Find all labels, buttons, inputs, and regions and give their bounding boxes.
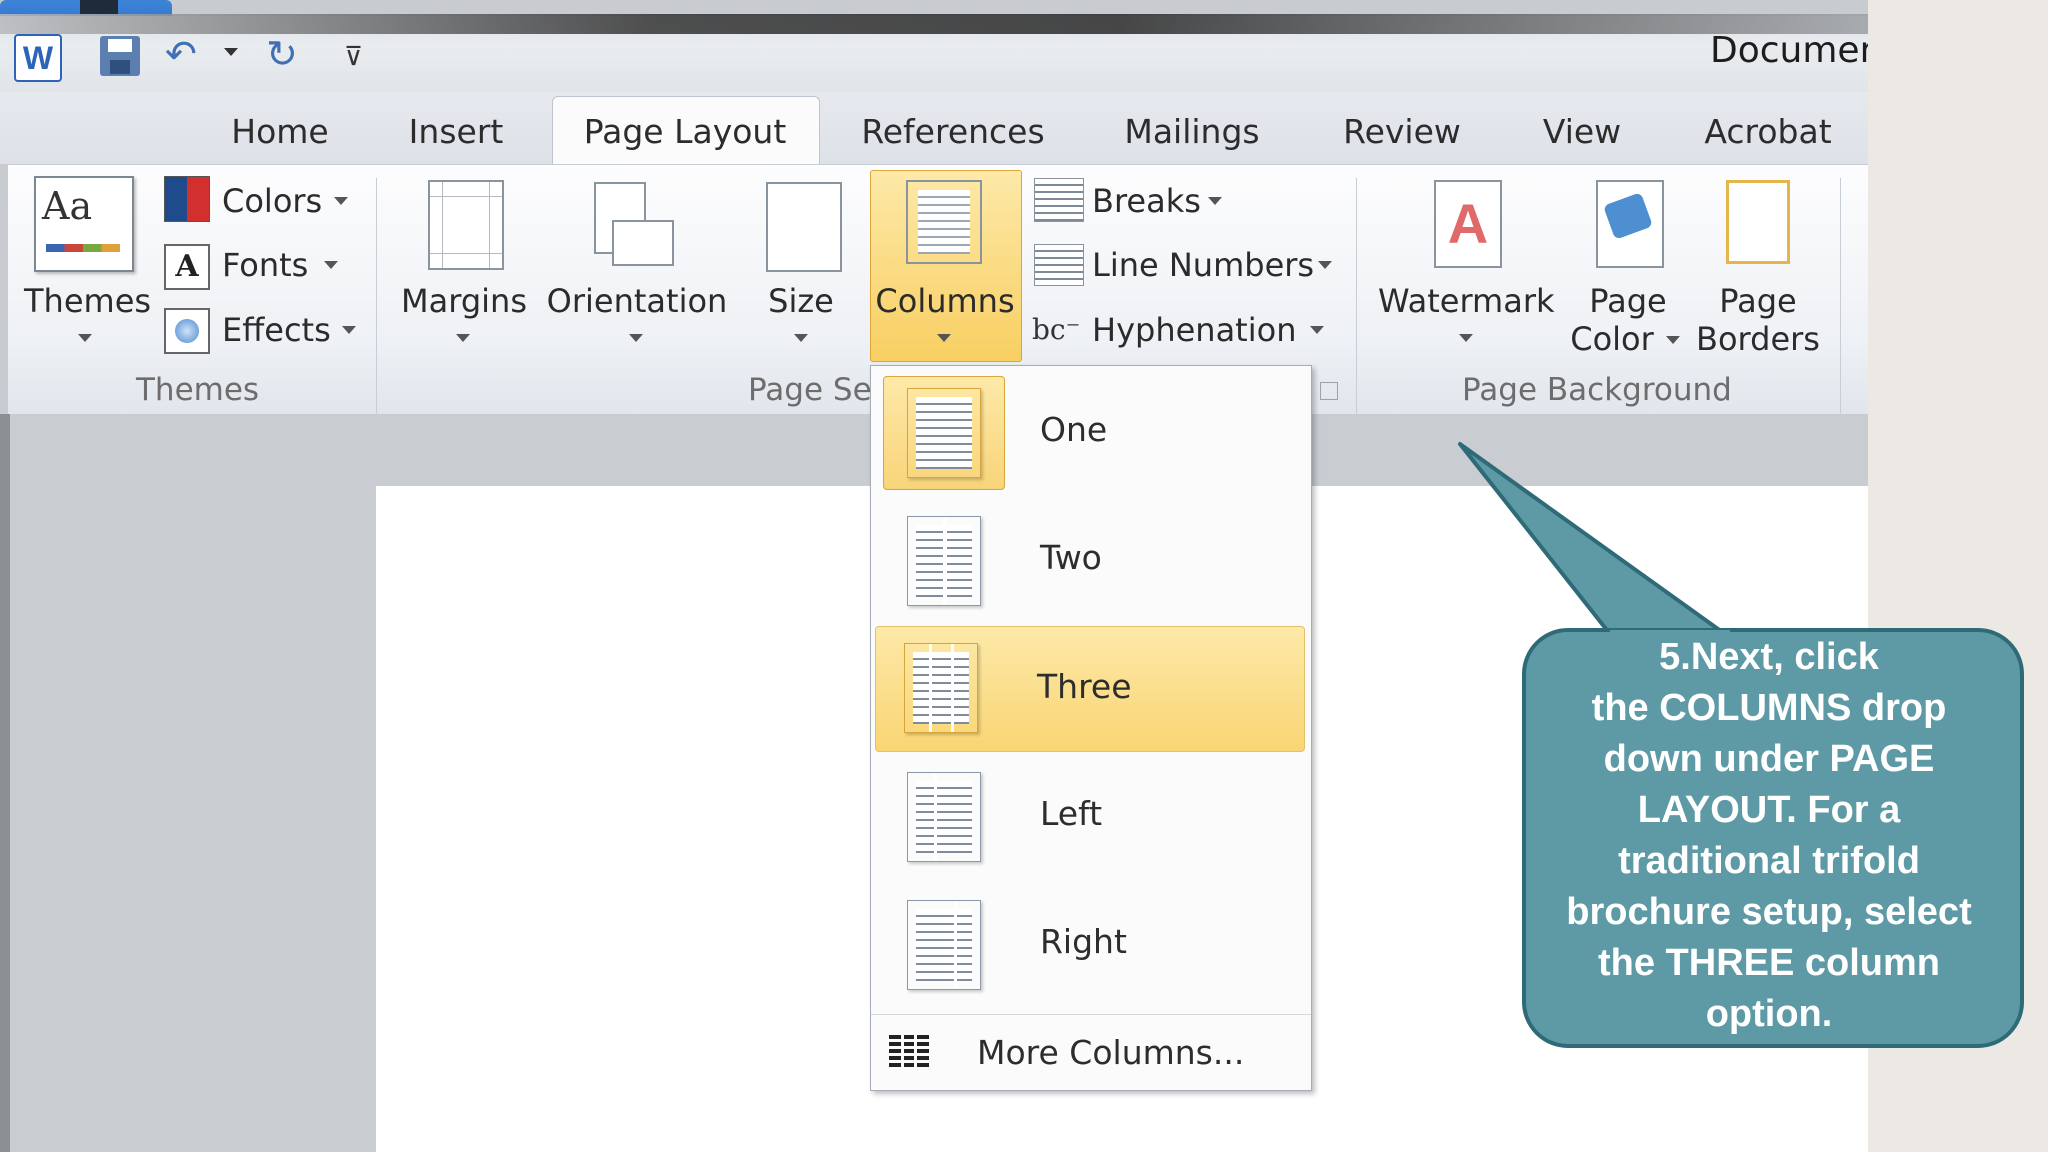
callout-pointer [1458, 442, 1727, 636]
page-borders-label-line2[interactable]: Borders [1694, 320, 1822, 358]
page-borders-label-line1[interactable]: Page [1702, 282, 1814, 320]
margins-button-label[interactable]: Margins [398, 282, 530, 320]
effects-icon [164, 308, 210, 354]
page-color-label-line2[interactable]: Color [1560, 320, 1664, 358]
effects-dropdown-icon[interactable] [342, 326, 356, 334]
more-columns-icon [889, 1035, 929, 1069]
document-title: Documen [1710, 30, 1868, 71]
undo-icon[interactable]: ↶ [165, 34, 197, 74]
callout-line: brochure setup, select [1566, 891, 1972, 933]
watermark-dropdown-icon[interactable] [1459, 334, 1473, 342]
columns-option-left[interactable]: Left [875, 754, 1303, 878]
group-label-themes: Themes [136, 372, 260, 408]
line-numbers-button-label[interactable]: Line Numbers [1092, 245, 1314, 285]
group-label-page-background: Page Background [1462, 372, 1732, 408]
option-label: One [1040, 410, 1108, 449]
tab-references[interactable]: References [860, 106, 1046, 158]
right-column-icon [907, 900, 981, 990]
breaks-icon [1034, 178, 1084, 222]
more-columns-item[interactable]: More Columns... [871, 1014, 1311, 1091]
fonts-icon: A [164, 244, 210, 290]
columns-dropdown-menu: One Two Three Left Right More Columns... [870, 365, 1312, 1091]
orientation-icon[interactable] [594, 182, 674, 266]
columns-icon[interactable] [906, 180, 982, 264]
callout-line: traditional trifold [1618, 840, 1920, 882]
callout-text: 5.Next, click the COLUMNS drop down unde… [1532, 632, 2006, 1040]
watermark-button-label[interactable]: Watermark [1378, 282, 1555, 320]
tab-acrobat[interactable]: Acrobat [1700, 106, 1836, 158]
page-setup-launcher-icon[interactable] [1320, 382, 1338, 400]
group-separator [376, 178, 377, 414]
one-column-icon [907, 388, 981, 478]
page-color-dropdown-icon[interactable] [1666, 336, 1680, 344]
undo-dropdown-icon[interactable] [224, 48, 238, 56]
size-button-label[interactable]: Size [750, 282, 852, 320]
tab-view[interactable]: View [1536, 106, 1628, 158]
tab-page-layout[interactable]: Page Layout [566, 106, 804, 158]
themes-icon[interactable]: Aa [34, 176, 134, 272]
columns-dropdown-icon[interactable] [937, 334, 951, 342]
fonts-dropdown-icon[interactable] [324, 261, 338, 269]
hyphenation-dropdown-icon[interactable] [1310, 326, 1324, 334]
line-numbers-dropdown-icon[interactable] [1318, 261, 1332, 269]
tab-home[interactable]: Home [222, 106, 338, 158]
columns-option-right[interactable]: Right [875, 882, 1303, 1006]
redo-icon[interactable]: ↻ [266, 34, 298, 74]
callout-line: the THREE column [1597, 942, 1941, 984]
option-label: Right [1040, 922, 1127, 961]
tab-mailings[interactable]: Mailings [1118, 106, 1266, 158]
breaks-button-label[interactable]: Breaks [1092, 181, 1201, 221]
line-numbers-icon [1034, 244, 1084, 286]
word-icon[interactable]: W [14, 34, 62, 82]
three-columns-icon [904, 643, 978, 733]
tab-review[interactable]: Review [1340, 106, 1464, 158]
columns-option-two[interactable]: Two [875, 498, 1303, 622]
size-icon[interactable] [766, 182, 842, 272]
watermark-icon[interactable]: A [1434, 180, 1502, 268]
more-columns-label: More Columns... [977, 1033, 1245, 1072]
group-separator [1356, 178, 1357, 414]
page-color-icon[interactable] [1596, 180, 1664, 268]
option-label: Left [1040, 794, 1103, 833]
colors-dropdown-icon[interactable] [334, 197, 348, 205]
customize-icon[interactable]: ⊽ [344, 42, 363, 72]
hyphenation-icon: bc⁻ [1032, 313, 1081, 346]
window-left-edge [0, 414, 10, 1152]
callout-line: LAYOUT. For a [1637, 789, 1901, 831]
group-label-page-setup: Page Se [748, 372, 872, 408]
page-borders-icon[interactable] [1726, 180, 1790, 264]
two-columns-icon [907, 516, 981, 606]
margins-icon[interactable] [428, 180, 504, 270]
breaks-dropdown-icon[interactable] [1208, 197, 1222, 205]
effects-button-label[interactable]: Effects [222, 310, 331, 350]
margins-dropdown-icon[interactable] [456, 334, 470, 342]
columns-button-label[interactable]: Columns [872, 282, 1018, 320]
title-bar-shadow [0, 14, 1868, 34]
fonts-button-label[interactable]: Fonts [222, 245, 308, 285]
size-dropdown-icon[interactable] [794, 334, 808, 342]
colors-icon [164, 176, 210, 222]
page-color-label-line1[interactable]: Page [1570, 282, 1686, 320]
left-column-icon [907, 772, 981, 862]
themes-dropdown-icon[interactable] [78, 334, 92, 342]
save-icon[interactable] [100, 36, 140, 76]
orientation-dropdown-icon[interactable] [629, 334, 643, 342]
colors-button-label[interactable]: Colors [222, 181, 322, 221]
callout-line: 5.Next, click [1659, 636, 1879, 678]
orientation-button-label[interactable]: Orientation [540, 282, 734, 320]
callout-line: option. [1705, 993, 1833, 1035]
hyphenation-button-label[interactable]: Hyphenation [1092, 310, 1296, 350]
themes-button-label[interactable]: Themes [24, 282, 151, 320]
option-label: Three [1037, 667, 1132, 706]
option-label: Two [1040, 538, 1102, 577]
callout-line: down under PAGE [1603, 738, 1935, 780]
columns-option-three[interactable]: Three [875, 626, 1305, 752]
tab-insert[interactable]: Insert [400, 106, 512, 158]
slide-accent-bar [80, 0, 118, 14]
group-separator [1840, 178, 1841, 414]
callout-line: the COLUMNS drop [1591, 687, 1947, 729]
columns-option-one[interactable]: One [875, 370, 1303, 494]
